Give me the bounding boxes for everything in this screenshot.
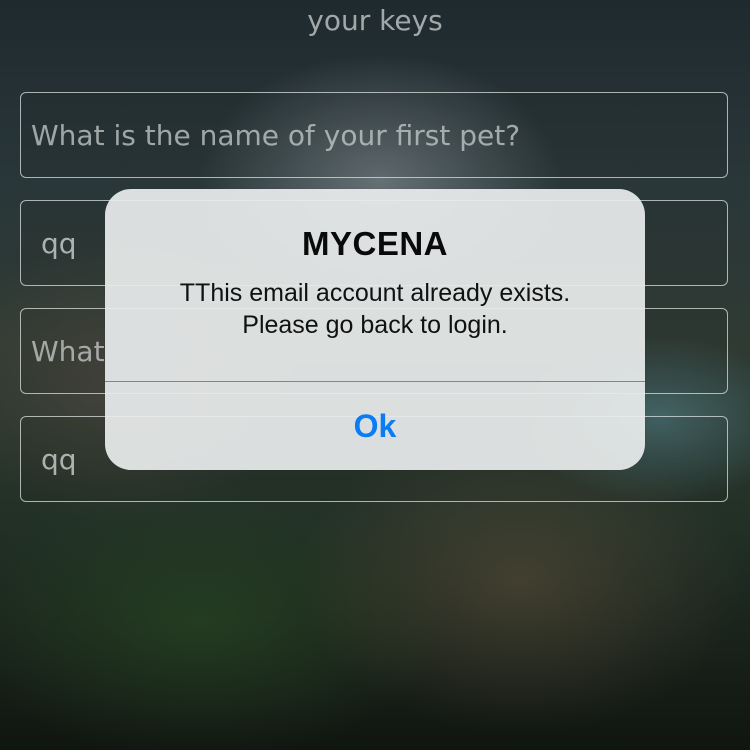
ok-button[interactable]: Ok xyxy=(105,382,645,470)
security-question-1-input[interactable] xyxy=(31,93,711,177)
screen-heading: your keys xyxy=(0,0,750,38)
alert-title: MYCENA xyxy=(301,225,448,262)
security-question-1-field[interactable] xyxy=(20,92,728,178)
alert-message-line-1: TThis email account already exists. xyxy=(179,279,571,307)
heading-line-cropped xyxy=(0,0,750,4)
alert-message: TThis email account already exists. Plea… xyxy=(125,277,625,341)
alert-dialog: MYCENA TThis email account already exist… xyxy=(105,189,645,470)
alert-message-line-2: Please go back to login. xyxy=(242,311,508,339)
heading-line-2: your keys xyxy=(307,4,443,37)
